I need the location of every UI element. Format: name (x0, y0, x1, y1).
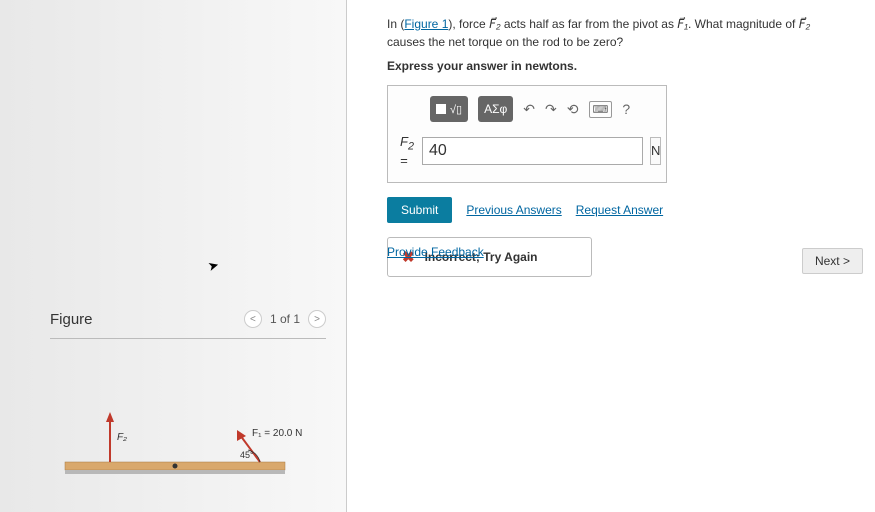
root-icon: √▯ (450, 103, 462, 116)
figure-pager: < 1 of 1 > (244, 310, 326, 328)
figure-link[interactable]: Figure 1 (404, 17, 448, 31)
cursor-icon: ➤ (206, 257, 221, 275)
answer-input[interactable] (422, 137, 643, 165)
help-icon[interactable]: ? (622, 101, 630, 117)
angle-label: 45° (240, 450, 254, 460)
figure-next-button[interactable]: > (308, 310, 326, 328)
figure-prev-button[interactable]: < (244, 310, 262, 328)
main-panel: In (Figure 1), force F⃗₂ acts half as fa… (347, 0, 875, 512)
answer-box: √▯ ΑΣφ ↶ ↷ ⟲ ⌨ ? F2 = N (387, 85, 667, 183)
f1-label: F₁ = 20.0 N (252, 428, 302, 439)
templates-button[interactable]: √▯ (430, 96, 468, 122)
chevron-right-icon: > (843, 254, 850, 268)
greek-button[interactable]: ΑΣφ (478, 96, 513, 122)
next-button[interactable]: Next > (802, 248, 863, 274)
figure-diagram: F₂ F₁ = 20.0 N 45° (55, 400, 315, 500)
answer-unit: N (650, 137, 661, 165)
reset-icon[interactable]: ⟲ (567, 101, 579, 118)
provide-feedback: Provide Feedback (387, 245, 484, 259)
redo-icon[interactable]: ↷ (545, 101, 557, 118)
equation-toolbar: √▯ ΑΣφ ↶ ↷ ⟲ ⌨ ? (400, 96, 654, 122)
previous-answers-link[interactable]: Previous Answers (466, 203, 561, 217)
request-answer-link[interactable]: Request Answer (576, 203, 663, 217)
figure-pager-text: 1 of 1 (270, 312, 300, 326)
answer-label: F2 = (400, 134, 414, 168)
submit-button[interactable]: Submit (387, 197, 452, 223)
submit-row: Submit Previous Answers Request Answer (387, 197, 845, 223)
left-panel: ➤ Figure < 1 of 1 > F₂ F₁ = 20.0 N 45° (0, 0, 347, 512)
undo-icon[interactable]: ↶ (523, 101, 535, 118)
provide-feedback-link[interactable]: Provide Feedback (387, 245, 484, 259)
keyboard-icon[interactable]: ⌨ (589, 101, 613, 118)
instruction-text: Express your answer in newtons. (387, 59, 845, 73)
figure-title: Figure (50, 311, 93, 328)
square-icon (436, 104, 446, 114)
f2-label: F₂ (117, 432, 127, 443)
question-text: In (Figure 1), force F⃗₂ acts half as fa… (387, 15, 845, 51)
answer-input-row: F2 = N (400, 134, 654, 168)
figure-header: Figure < 1 of 1 > (50, 310, 326, 339)
